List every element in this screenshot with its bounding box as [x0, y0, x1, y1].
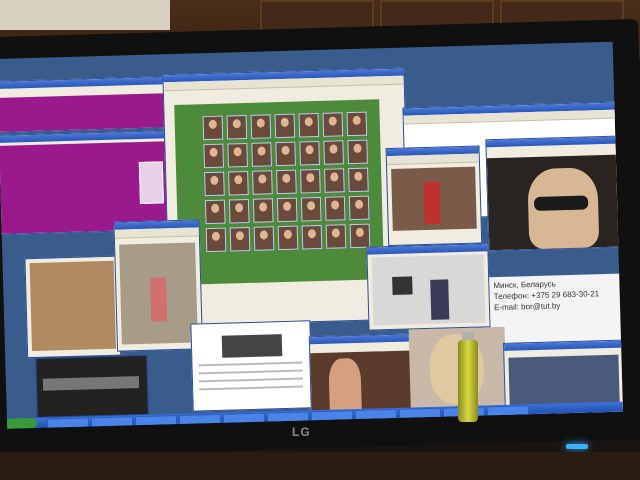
taskbar-button[interactable]: [90, 416, 134, 428]
power-led: [566, 444, 588, 449]
taskbar-button[interactable]: [486, 405, 530, 417]
monitor-logo: LG: [292, 425, 311, 439]
window-titlebar[interactable]: [504, 340, 623, 351]
room-video-window[interactable]: [24, 255, 122, 359]
document-photo: [221, 334, 283, 358]
dark-media-window[interactable]: [35, 354, 149, 418]
room-photo: [29, 260, 117, 352]
document-window[interactable]: [190, 320, 313, 412]
taskbar-button[interactable]: [46, 417, 90, 429]
contact-email: E-mail: bor@tut.by: [493, 301, 561, 313]
taskbar-button[interactable]: [222, 412, 266, 424]
monitor-screen: Минск, Беларусь Телефон: +375 29 683-30-…: [0, 41, 623, 429]
computer-room-viewer[interactable]: [366, 243, 491, 331]
woman-sunglasses-viewer[interactable]: [485, 135, 621, 252]
man-photo-viewer[interactable]: [308, 333, 413, 419]
media-bar: [42, 376, 140, 391]
wall-poster: [0, 0, 170, 30]
window-titlebar[interactable]: [309, 334, 410, 345]
window-titlebar[interactable]: [0, 76, 175, 89]
child-photo: [391, 166, 477, 231]
taskbar-button[interactable]: [266, 411, 310, 423]
computer-room-photo: [371, 254, 486, 326]
taskbar-button[interactable]: [310, 410, 354, 422]
purple-window-bottom[interactable]: [0, 129, 180, 235]
class-photo: [174, 99, 385, 285]
purple-window-top[interactable]: [0, 75, 177, 134]
monitor: Минск, Беларусь Телефон: +375 29 683-30-…: [0, 19, 640, 457]
window-titlebar[interactable]: [486, 136, 617, 148]
taskbar-button[interactable]: [354, 408, 398, 421]
desk: [0, 452, 640, 480]
purple-content: [0, 92, 176, 132]
elderly-woman-photo: [119, 242, 198, 345]
phone-icon: [138, 161, 164, 204]
lighter: [458, 340, 478, 422]
taskbar-button[interactable]: [134, 415, 178, 427]
window-toolbar: [386, 153, 479, 166]
child-photo-viewer[interactable]: [385, 145, 483, 247]
start-button[interactable]: [6, 417, 38, 429]
taskbar-button[interactable]: [178, 413, 222, 425]
window-toolbar: [114, 227, 199, 239]
taskbar-button[interactable]: [398, 407, 442, 419]
window-titlebar[interactable]: [367, 244, 488, 255]
woman-sunglasses-photo: [486, 154, 620, 251]
